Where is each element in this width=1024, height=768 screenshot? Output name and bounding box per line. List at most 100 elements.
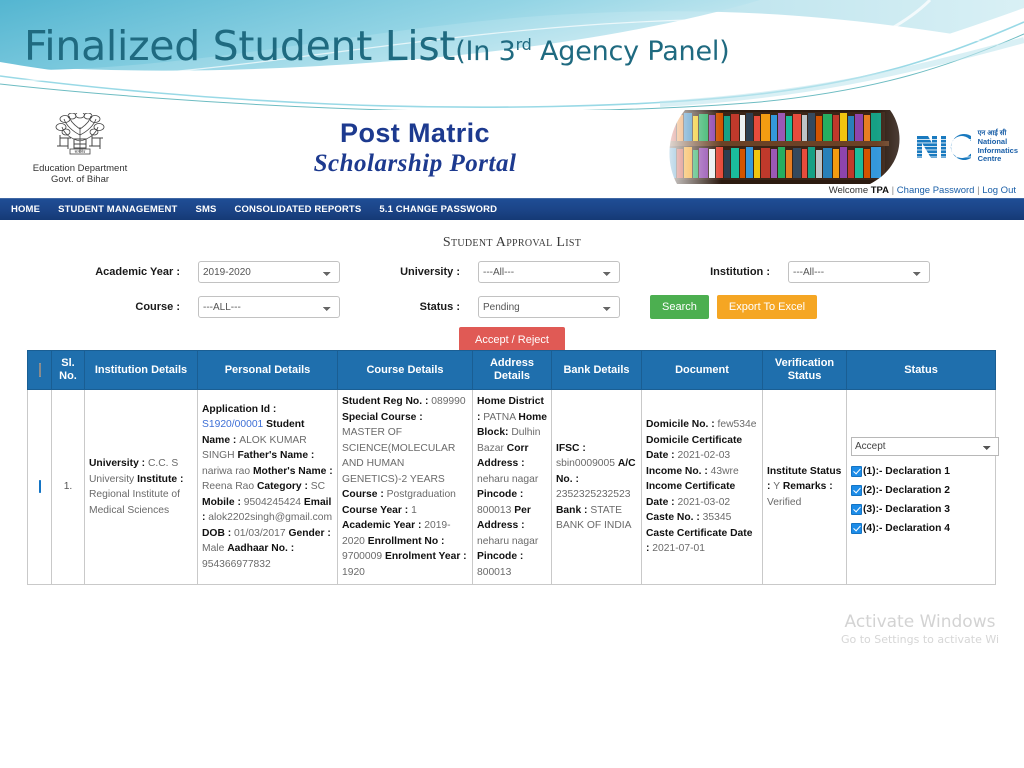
field-entry: Domicile Certificate Date : 2021-02-03 xyxy=(646,435,742,462)
declaration-checkbox[interactable] xyxy=(851,522,862,534)
declaration-row: (1):- Declaration 1 xyxy=(851,462,991,481)
status-label: Status : xyxy=(419,301,460,313)
university-select[interactable]: ---All--- xyxy=(478,261,620,283)
approval-table-wrapper: Sl. No. Institution Details Personal Det… xyxy=(27,350,999,585)
nav-item-sms[interactable]: SMS xyxy=(186,204,225,215)
field-value: neharu nagar xyxy=(477,473,539,485)
field-value: few534e xyxy=(717,419,757,431)
header-bank-details: Bank Details xyxy=(551,350,642,390)
field-value: Postgraduation xyxy=(386,489,456,500)
field-value: 9504245424 xyxy=(243,496,302,508)
search-button[interactable]: Search xyxy=(650,295,709,319)
field-key: Student Reg No. : xyxy=(342,396,432,407)
field-key: Remarks : xyxy=(782,481,833,493)
academic-year-select[interactable]: 2019-2020 xyxy=(198,261,340,283)
field-value: 2021-02-03 xyxy=(677,450,731,462)
declaration-checkbox[interactable] xyxy=(851,465,862,477)
field-value: 2352325232523 xyxy=(556,489,631,500)
declaration-label: (4):- Declaration 4 xyxy=(863,522,950,534)
field-entry: Course Year : 1 xyxy=(342,505,417,516)
slide-title-sub: (In 3rd Agency Panel) xyxy=(455,35,730,67)
export-to-excel-button[interactable]: Export To Excel xyxy=(716,295,818,319)
cell-verification-status: Institute Status : Y Remarks : Verified xyxy=(762,389,847,585)
field-value: Reena Rao xyxy=(202,481,255,493)
change-password-link[interactable]: Change Password xyxy=(897,185,975,196)
field-value: 9700009 xyxy=(342,551,383,562)
field-key: Special Course : xyxy=(342,411,423,423)
field-value: alok2202singh@gmail.com xyxy=(208,512,333,524)
institution-select[interactable]: ---All--- xyxy=(788,261,930,283)
field-key: Gender : xyxy=(288,527,331,539)
field-value: 800013 xyxy=(477,566,512,578)
slide-title: Finalized Student List(In 3rd Agency Pan… xyxy=(24,22,730,70)
course-select[interactable]: ---ALL--- xyxy=(198,296,340,318)
portal-title: Post Matric Scholarship Portal xyxy=(250,118,580,178)
status-filter-select[interactable]: Pending xyxy=(478,296,620,318)
portal-header: सत्यमेव Education Department Govt. of Bi… xyxy=(0,110,1024,185)
nic-subtitle: एन आई सी National Informatics Centre xyxy=(978,130,1018,163)
declaration-checkbox[interactable] xyxy=(851,484,862,496)
header-status: Status xyxy=(846,350,996,390)
row-select-checkbox[interactable] xyxy=(38,480,41,494)
field-value: 800013 xyxy=(477,504,512,516)
field-entry: Caste No. : 35345 xyxy=(646,512,731,523)
field-value: 35345 xyxy=(702,512,732,524)
portal-title-line-2: Scholarship Portal xyxy=(313,150,517,177)
field-value: Y xyxy=(773,481,780,493)
field-key: Pincode : xyxy=(477,489,524,500)
declaration-label: (3):- Declaration 3 xyxy=(863,503,950,515)
application-id-link[interactable]: S1920/00001 xyxy=(202,419,263,430)
field-entry: Mobile : 9504245424 xyxy=(202,497,301,508)
slide-title-sub-post: Agency Panel) xyxy=(531,36,730,67)
main-navigation: HOME STUDENT MANAGEMENT SMS CONSOLIDATED… xyxy=(0,198,1024,220)
slide-title-sub-pre: (In 3 xyxy=(455,36,516,67)
nav-item-student-management[interactable]: STUDENT MANAGEMENT xyxy=(49,204,186,215)
field-key: Category : xyxy=(256,481,311,493)
field-entry: Pincode : 800013 xyxy=(477,551,523,578)
field-value: Regional Institute of Medical Sciences xyxy=(89,489,181,516)
field-entry: Bank : STATE BANK OF INDIA xyxy=(556,505,632,532)
field-value: Male xyxy=(202,543,225,555)
field-key: Course : xyxy=(342,489,387,500)
field-value: sbin0009005 xyxy=(556,458,615,469)
table-body: 1. University : C.C. S University Instit… xyxy=(27,389,999,585)
header-institution-details: Institution Details xyxy=(84,350,198,390)
welcome-prefix: Welcome xyxy=(828,185,871,196)
field-value: MASTER OF SCIENCE(MOLECULAR AND HUMAN GE… xyxy=(342,427,456,485)
cell-institution-details: University : C.C. S University Institute… xyxy=(84,389,198,585)
welcome-username: TPA xyxy=(870,185,890,196)
field-entry: DOB : 01/03/2017 xyxy=(202,528,286,539)
select-all-header xyxy=(27,350,52,390)
field-key: DOB : xyxy=(202,527,235,539)
field-key: Course Year : xyxy=(342,504,412,516)
field-entry: Student Reg No. : 089990 xyxy=(342,396,466,407)
cell-status: Accept (1):- Declaration 1 (2):- Declarat… xyxy=(846,389,999,585)
field-entry: Category : SC xyxy=(257,481,325,492)
university-label: University : xyxy=(400,266,460,278)
row-select-cell xyxy=(27,389,52,585)
field-value: PATNA xyxy=(483,411,516,423)
portal-title-line-1: Post Matric xyxy=(340,118,490,148)
field-key: Mobile : xyxy=(202,496,244,508)
row-sl-no: 1. xyxy=(51,389,85,585)
page-title: Student Approval List xyxy=(442,235,582,250)
institution-label: Institution : xyxy=(710,266,770,278)
nav-item-home[interactable]: HOME xyxy=(9,204,49,215)
row-status-select[interactable]: Accept xyxy=(851,436,999,456)
header-course-details: Course Details xyxy=(337,350,473,390)
field-value: nariwa rao xyxy=(202,465,251,477)
field-value: 43wre xyxy=(710,465,739,477)
welcome-bar: Welcome TPA | Change Password | Log Out xyxy=(0,184,1024,198)
header-address-details: Address Details xyxy=(472,350,552,390)
nav-item-change-password[interactable]: 5.1 CHANGE PASSWORD xyxy=(370,204,506,215)
logout-link[interactable]: Log Out xyxy=(982,185,1016,196)
nav-item-consolidated-reports[interactable]: CONSOLIDATED REPORTS xyxy=(226,204,371,215)
field-key: Institute : xyxy=(137,473,184,485)
slide-title-main: Finalized Student List xyxy=(24,22,456,70)
declaration-checkbox[interactable] xyxy=(851,503,862,515)
select-all-checkbox[interactable] xyxy=(38,362,41,377)
field-entry: Course : Postgraduation xyxy=(342,489,456,500)
field-key: Domicile No. : xyxy=(646,419,718,431)
cell-address-details: Home District : PATNA Home Block: Dulhin… xyxy=(472,389,552,585)
field-key: Pincode : xyxy=(477,551,524,562)
